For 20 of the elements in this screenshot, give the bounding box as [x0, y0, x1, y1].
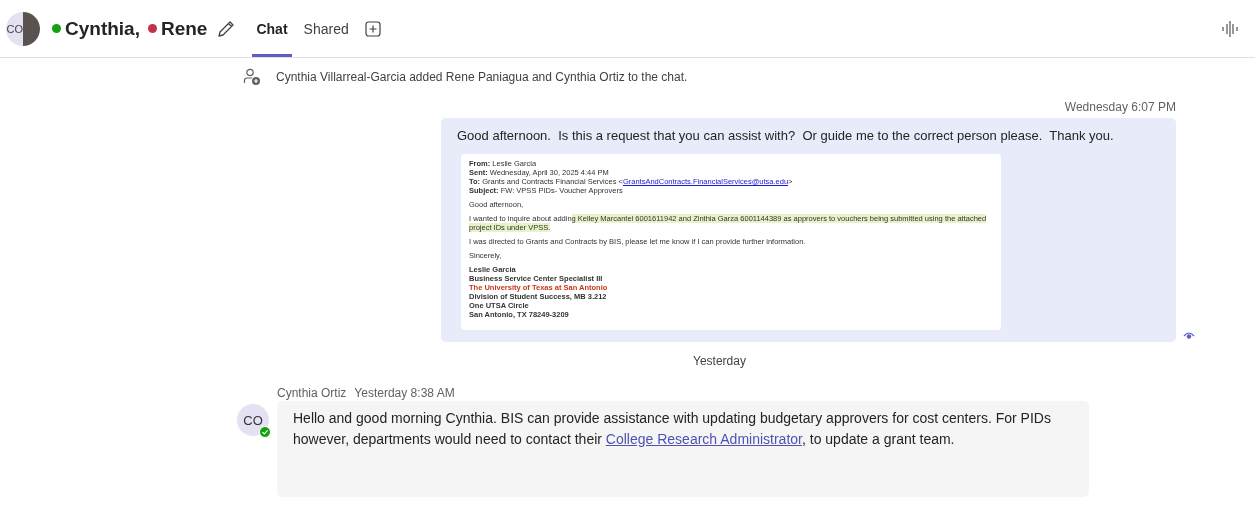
participant-name[interactable]: Rene	[160, 17, 208, 40]
system-message: Cynthia Villarreal-Garcia added Rene Paniagua and Cynthia Ortiz to the chat.	[276, 70, 688, 84]
message-timestamp: Yesterday 8:38 AM	[354, 386, 455, 400]
avatar-initials: CO	[6, 11, 23, 46]
avatar[interactable]: CO	[237, 404, 269, 436]
sender-name: Cynthia Ortiz	[277, 386, 347, 400]
tab[interactable]: Shared	[299, 0, 353, 57]
link[interactable]: College Research Administrator	[605, 431, 802, 447]
email-screenshot[interactable]	[461, 154, 1001, 330]
tab[interactable]: Chat	[252, 0, 292, 57]
date-divider: Yesterday	[693, 354, 746, 368]
message-text: Hello and good morning Cynthia. BIS can provide assistance with updating budgetary approvers for cost centers. For PIDs however, departments would need to contact their College Research Administrator, to update a grant team.	[293, 409, 1052, 449]
name-separator: ,	[134, 17, 140, 40]
audio-wave-icon[interactable]	[1222, 19, 1238, 38]
add-tab-icon[interactable]	[364, 20, 381, 37]
participant-name[interactable]: Cynthia	[65, 17, 135, 40]
person-add-icon	[243, 68, 261, 86]
message-text: Good afternoon. Is this a request that you can assist with? Or guide me to the correct person please. Thank you.	[457, 127, 1115, 145]
message-timestamp: Wednesday 6:07 PM	[1064, 100, 1176, 114]
photo-placeholder	[23, 11, 40, 46]
